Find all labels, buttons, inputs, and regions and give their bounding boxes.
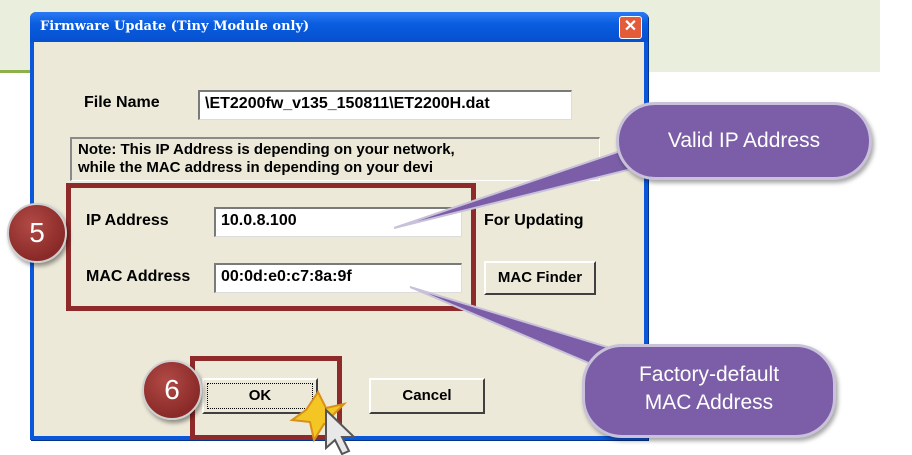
mac-callout-line-1: Factory-default (638, 363, 780, 386)
close-button[interactable]: ✕ (619, 16, 642, 39)
cancel-button[interactable]: Cancel (369, 378, 485, 414)
file-name-field[interactable]: \ET2200fw_v135_150811\ET2200H.dat (198, 90, 572, 120)
file-name-label: File Name (84, 94, 160, 111)
ip-mac-highlight-box (66, 183, 476, 311)
ok-highlight-box (190, 356, 342, 440)
step-6-badge: 6 (142, 360, 202, 420)
ip-callout: Valid IP Address (616, 102, 872, 180)
note-box: Note: This IP Address is depending on yo… (70, 137, 600, 181)
mac-callout-line-2: MAC Address (644, 391, 774, 414)
note-line-1: Note: This IP Address is depending on yo… (78, 141, 455, 158)
note-line-2: while the MAC address in depending on yo… (78, 159, 434, 176)
step-5-badge: 5 (7, 203, 67, 263)
for-updating-label: For Updating (484, 212, 584, 229)
mac-finder-button[interactable]: MAC Finder (484, 261, 596, 295)
close-icon: ✕ (623, 18, 638, 35)
title-bar[interactable]: Firmware Update (Tiny Module only) ✕ (30, 12, 648, 42)
mac-callout: Factory-default MAC Address (582, 344, 836, 438)
window-title: Firmware Update (Tiny Module only) (40, 19, 310, 34)
